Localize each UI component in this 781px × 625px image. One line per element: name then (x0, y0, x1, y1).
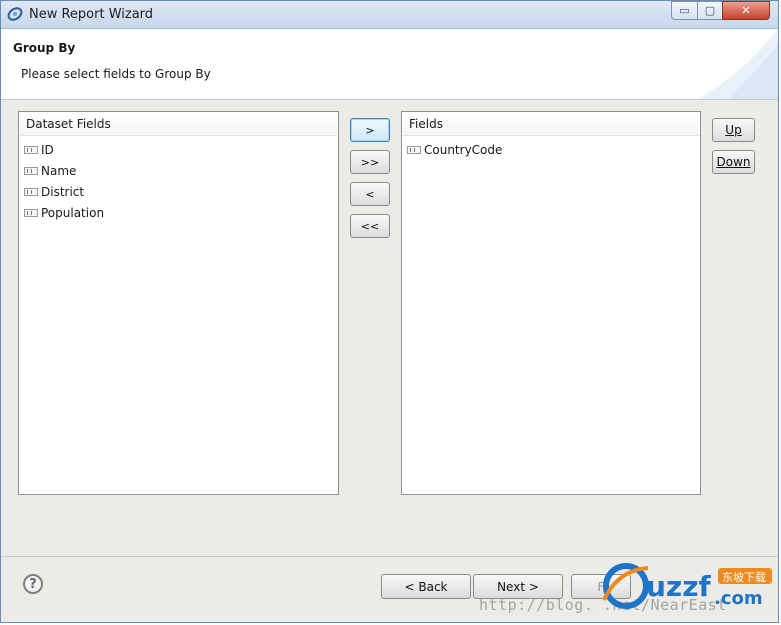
move-down-label: Down (716, 155, 751, 169)
dataset-fields-header: Dataset Fields (20, 113, 337, 136)
watermark-logo-suffix: .com (714, 588, 763, 609)
page-title: Group By (13, 41, 76, 55)
add-all-fields-button[interactable]: >> (350, 150, 390, 174)
uzzf-watermark-logo: uzzf .com 东坡下载 (602, 563, 772, 609)
add-field-button[interactable]: > (350, 118, 390, 142)
minimize-icon: ▭ (679, 4, 690, 17)
help-icon[interactable]: ? (23, 574, 43, 594)
list-item-label: District (41, 184, 85, 199)
list-item[interactable]: Name (24, 160, 104, 181)
field-expand-icon[interactable] (24, 187, 38, 196)
move-up-button[interactable]: Up (712, 118, 755, 142)
close-button[interactable]: ✕ (722, 1, 770, 20)
maximize-button[interactable]: ▢ (697, 1, 723, 20)
list-item[interactable]: ID (24, 139, 104, 160)
list-item-label: Population (41, 205, 105, 220)
field-expand-icon[interactable] (24, 208, 38, 217)
list-item-label: Name (41, 163, 77, 178)
field-expand-icon[interactable] (24, 166, 38, 175)
list-item-label: ID (41, 142, 54, 157)
list-item[interactable]: Population (24, 202, 104, 223)
dataset-fields-list[interactable]: Dataset Fields ID Name District Populati… (18, 111, 339, 495)
group-by-fields-list[interactable]: Fields CountryCode (401, 111, 701, 495)
watermark-logo-badge: 东坡下载 (722, 571, 766, 584)
maximize-icon: ▢ (704, 4, 716, 17)
wizard-window: New Report Wizard ▭ ▢ ✕ Group By Please … (0, 0, 779, 623)
list-item[interactable]: District (24, 181, 104, 202)
watermark-logo-text: uzzf (646, 570, 712, 603)
banner-decoration-graphic (698, 29, 778, 99)
move-up-label: Up (725, 123, 742, 137)
minimize-button[interactable]: ▭ (671, 1, 698, 20)
remove-all-fields-button[interactable]: << (350, 214, 390, 238)
title-bar[interactable]: New Report Wizard ▭ ▢ ✕ (1, 1, 778, 29)
page-description: Please select fields to Group By (21, 67, 211, 81)
window-title: New Report Wizard (29, 7, 154, 22)
field-expand-icon[interactable] (407, 145, 421, 154)
wizard-header: Group By Please select fields to Group B… (1, 29, 778, 100)
list-item[interactable]: CountryCode (407, 139, 502, 160)
move-down-button[interactable]: Down (712, 150, 755, 174)
list-item-label: CountryCode (424, 142, 503, 157)
close-icon: ✕ (741, 4, 751, 17)
remove-field-button[interactable]: < (350, 182, 390, 206)
field-expand-icon[interactable] (24, 145, 38, 154)
eclipse-app-icon (7, 7, 23, 21)
footer-divider (1, 556, 778, 557)
fields-header: Fields (403, 113, 699, 136)
back-button[interactable]: < Back (381, 574, 471, 599)
